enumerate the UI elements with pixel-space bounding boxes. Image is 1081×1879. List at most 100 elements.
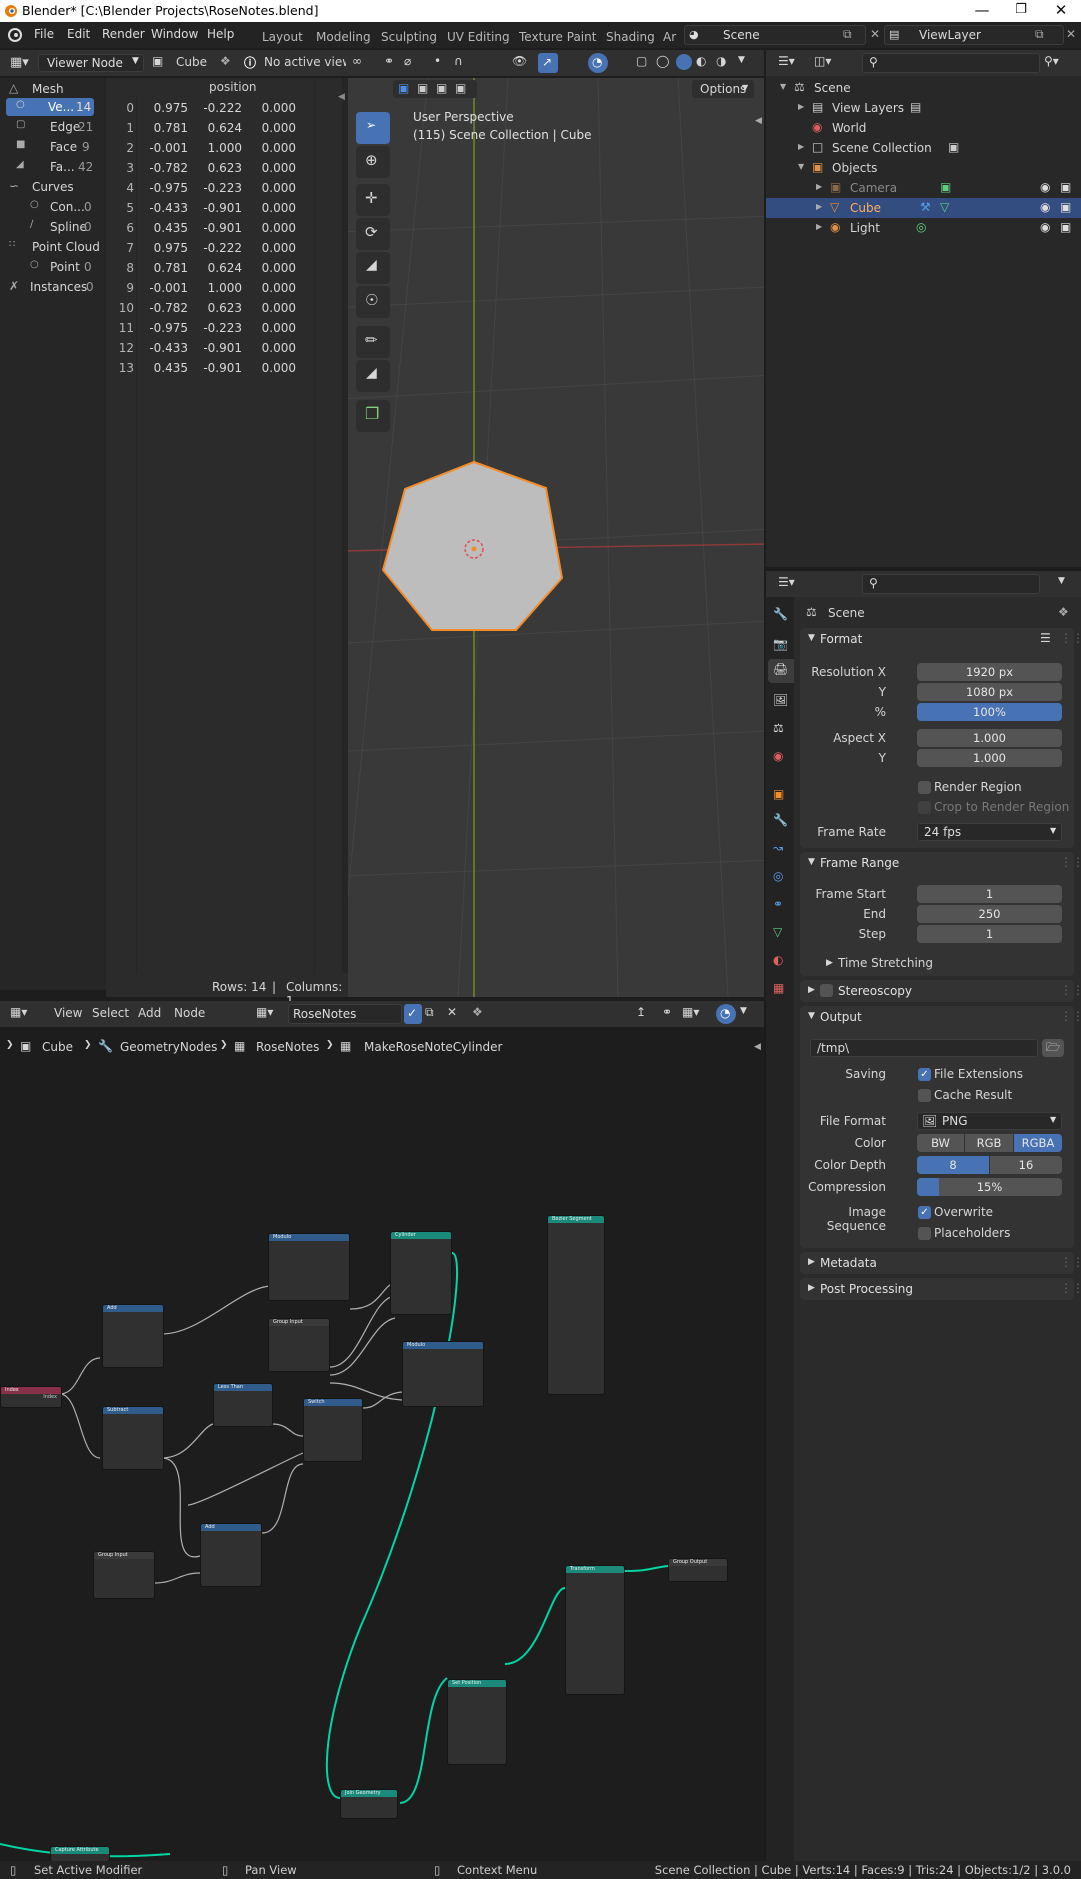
tab-texture-paint[interactable]: Texture Paint <box>519 30 596 44</box>
cursor-tool[interactable]: ⊕ <box>356 146 390 178</box>
output-path-input[interactable]: /tmp\ <box>810 1039 1038 1057</box>
outliner-item-light[interactable]: ▶ ◉ Light ◉ ▣ ◎ <box>766 218 1081 238</box>
viewer-mode-dropdown[interactable]: Viewer Node ▼ <box>38 54 144 72</box>
tab-ar[interactable]: Ar <box>663 30 676 44</box>
compression-slider[interactable]: 15% <box>917 1178 1062 1196</box>
view-layers-row[interactable]: ▶ ▤ View Layers ▤ <box>766 98 1081 118</box>
data-tab-icon[interactable]: ▽ <box>773 925 782 939</box>
render-tab-icon[interactable]: 📷 <box>773 637 788 651</box>
view-layer-selector[interactable]: ▤ ViewLayer ⧉ <box>884 25 1064 45</box>
disclosure-triangle-icon[interactable]: ▶ <box>816 222 822 231</box>
node-math-modulo[interactable]: Modulo <box>268 1233 350 1301</box>
frame-rate-dropdown[interactable]: 24 fps ▼ <box>917 823 1062 841</box>
tree-item-vertex[interactable]: ○ Ve... 14 <box>6 98 94 116</box>
disclosure-triangle-icon[interactable]: ▶ <box>816 182 822 191</box>
tree-item-curves[interactable]: ∽ Curves <box>4 178 104 196</box>
select-new-icon[interactable]: ▣ <box>398 81 409 95</box>
color-bw-button[interactable]: BW <box>917 1134 964 1152</box>
node-menu-node[interactable]: Node <box>174 1006 205 1020</box>
color-rgba-button[interactable]: RGBA <box>1014 1134 1062 1152</box>
minimize-icon[interactable]: — <box>962 0 1002 22</box>
node-join-geometry[interactable]: Join Geometry <box>340 1789 398 1819</box>
node-menu-select[interactable]: Select <box>92 1006 129 1020</box>
node-math-floor[interactable]: Modulo <box>402 1341 484 1407</box>
snapping-icon[interactable]: ⚭ <box>662 1005 672 1019</box>
chevron-down-icon[interactable]: ▼ <box>808 1011 815 1021</box>
output-tab[interactable]: 🖨 <box>768 659 794 683</box>
color-depth-16-button[interactable]: 16 <box>990 1156 1062 1174</box>
frame-start-field[interactable]: 1 <box>917 885 1062 903</box>
sidebar-toggle-icon[interactable]: ◀ <box>755 116 762 126</box>
node-math-add[interactable]: Add <box>102 1304 164 1368</box>
object-interaction-mode-icon[interactable]: ∞ <box>352 54 362 68</box>
exclude-checkbox-icon[interactable]: ▣ <box>948 140 959 154</box>
drag-handle-icon[interactable]: ⋮⋮ <box>1060 1281 1081 1295</box>
view-layer-tab-icon[interactable]: 🖼 <box>773 693 788 707</box>
tree-item-instances[interactable]: ✗ Instances 0 <box>4 278 104 296</box>
scale-tool[interactable]: ◢ <box>356 252 390 284</box>
node-editor-canvas[interactable]: ❯ ▣ Cube ❯ 🔧 GeometryNodes ❯ ▦ RoseNotes… <box>0 1028 764 1862</box>
outliner-search-input[interactable]: ⚲ <box>862 53 1040 73</box>
solid-shading-button[interactable] <box>676 54 692 70</box>
node-cylinder[interactable]: Cylinder <box>390 1231 452 1315</box>
color-rgb-button[interactable]: RGB <box>965 1134 1013 1152</box>
selection-mode-buttons[interactable]: ▣ ▣ ▣ ▣ <box>393 80 477 98</box>
tree-item-face[interactable]: ■ Face 9 <box>6 138 94 156</box>
frame-range-title[interactable]: Frame Range <box>820 856 899 870</box>
metadata-panel[interactable]: ▶ Metadata ⋮⋮ <box>800 1252 1081 1274</box>
menu-edit[interactable]: Edit <box>67 27 90 41</box>
node-editor-type-icon[interactable]: ▦▾ <box>10 1005 27 1019</box>
node-index[interactable]: Index Index <box>0 1386 62 1408</box>
disclosure-triangle-icon[interactable]: ▶ <box>816 202 822 211</box>
node-transform[interactable]: Transform <box>565 1565 625 1695</box>
world-tab-icon[interactable]: ◉ <box>773 749 783 763</box>
texture-tab-icon[interactable]: ▦ <box>773 981 784 995</box>
menu-file[interactable]: File <box>34 27 54 41</box>
node-math-subtract[interactable]: Subtract <box>102 1406 164 1470</box>
node-tree-browse-icon[interactable]: ▦▾ <box>256 1005 273 1019</box>
scene-tab-icon[interactable]: ⚖ <box>773 721 784 735</box>
node-tree-name-field[interactable]: RoseNotes <box>288 1004 402 1024</box>
aspect-y-field[interactable]: 1.000 <box>917 749 1062 767</box>
filter-icon[interactable]: ⚲▾ <box>1044 54 1059 68</box>
snapping-icon[interactable]: ⚭ <box>384 54 394 68</box>
pin-icon[interactable]: ❖ <box>220 54 231 68</box>
properties-search-input[interactable]: ⚲ <box>862 574 1040 594</box>
duplicate-icon[interactable]: ⧉ <box>425 1005 434 1020</box>
measure-tool[interactable]: ◢ <box>356 360 390 392</box>
outliner-item-camera[interactable]: ▶ ▣ Camera ◉ ▣ ▣ <box>766 178 1081 198</box>
node-capture-attribute[interactable]: Capture Attribute <box>50 1846 110 1862</box>
node-less-than[interactable]: Less Than <box>213 1383 273 1427</box>
pin-icon[interactable]: ❖ <box>1058 605 1069 619</box>
chevron-right-icon[interactable]: ▶ <box>826 958 833 968</box>
time-stretching-subpanel[interactable]: Time Stretching <box>838 956 933 970</box>
visibility-icon[interactable]: 👁 <box>512 54 527 68</box>
options-dropdown[interactable]: Options ▼ <box>692 80 754 98</box>
particles-tab-icon[interactable]: ↝ <box>773 841 783 855</box>
outliner-editor-type-icon[interactable]: ☰▾ <box>778 54 795 68</box>
tab-sculpting[interactable]: Sculpting <box>381 30 437 44</box>
disclosure-triangle-icon[interactable]: ▶ <box>798 102 804 111</box>
remove-scene-icon[interactable]: ✕ <box>870 27 880 41</box>
browse-folder-button[interactable]: 🗁 <box>1042 1039 1064 1057</box>
tab-shading[interactable]: Shading <box>606 30 655 44</box>
visibility-eye-icon[interactable]: ◉ <box>1040 200 1050 214</box>
outliner-item-cube[interactable]: ▶ ▽ Cube ◉ ▣ ⚒ ▽ <box>766 198 1081 218</box>
remove-view-layer-icon[interactable]: ✕ <box>1066 27 1076 41</box>
pin-icon[interactable]: ❖ <box>472 1005 483 1019</box>
proportional-editing-icon[interactable]: ⌀ <box>404 54 411 68</box>
scene-row[interactable]: ▼ ⚖ Scene <box>766 78 1081 98</box>
stereoscopy-checkbox[interactable] <box>820 984 833 997</box>
frame-end-field[interactable]: 250 <box>917 905 1062 923</box>
object-tab-icon[interactable]: ▣ <box>773 787 784 801</box>
parent-node-tree-icon[interactable]: ↥ <box>636 1005 646 1019</box>
tab-uv-editing[interactable]: UV Editing <box>447 30 510 44</box>
color-depth-8-button[interactable]: 8 <box>917 1156 989 1174</box>
drag-handle-icon[interactable]: ⋮⋮ <box>1060 1009 1081 1023</box>
chevron-down-icon[interactable]: ▼ <box>808 857 815 867</box>
display-mode-icon[interactable]: ◫▾ <box>814 54 831 68</box>
format-title[interactable]: Format <box>820 632 862 646</box>
physics-tab-icon[interactable]: ◎ <box>773 869 783 883</box>
material-preview-icon[interactable]: ◐ <box>696 54 706 68</box>
resolution-percent-slider[interactable]: 100% <box>917 703 1062 721</box>
